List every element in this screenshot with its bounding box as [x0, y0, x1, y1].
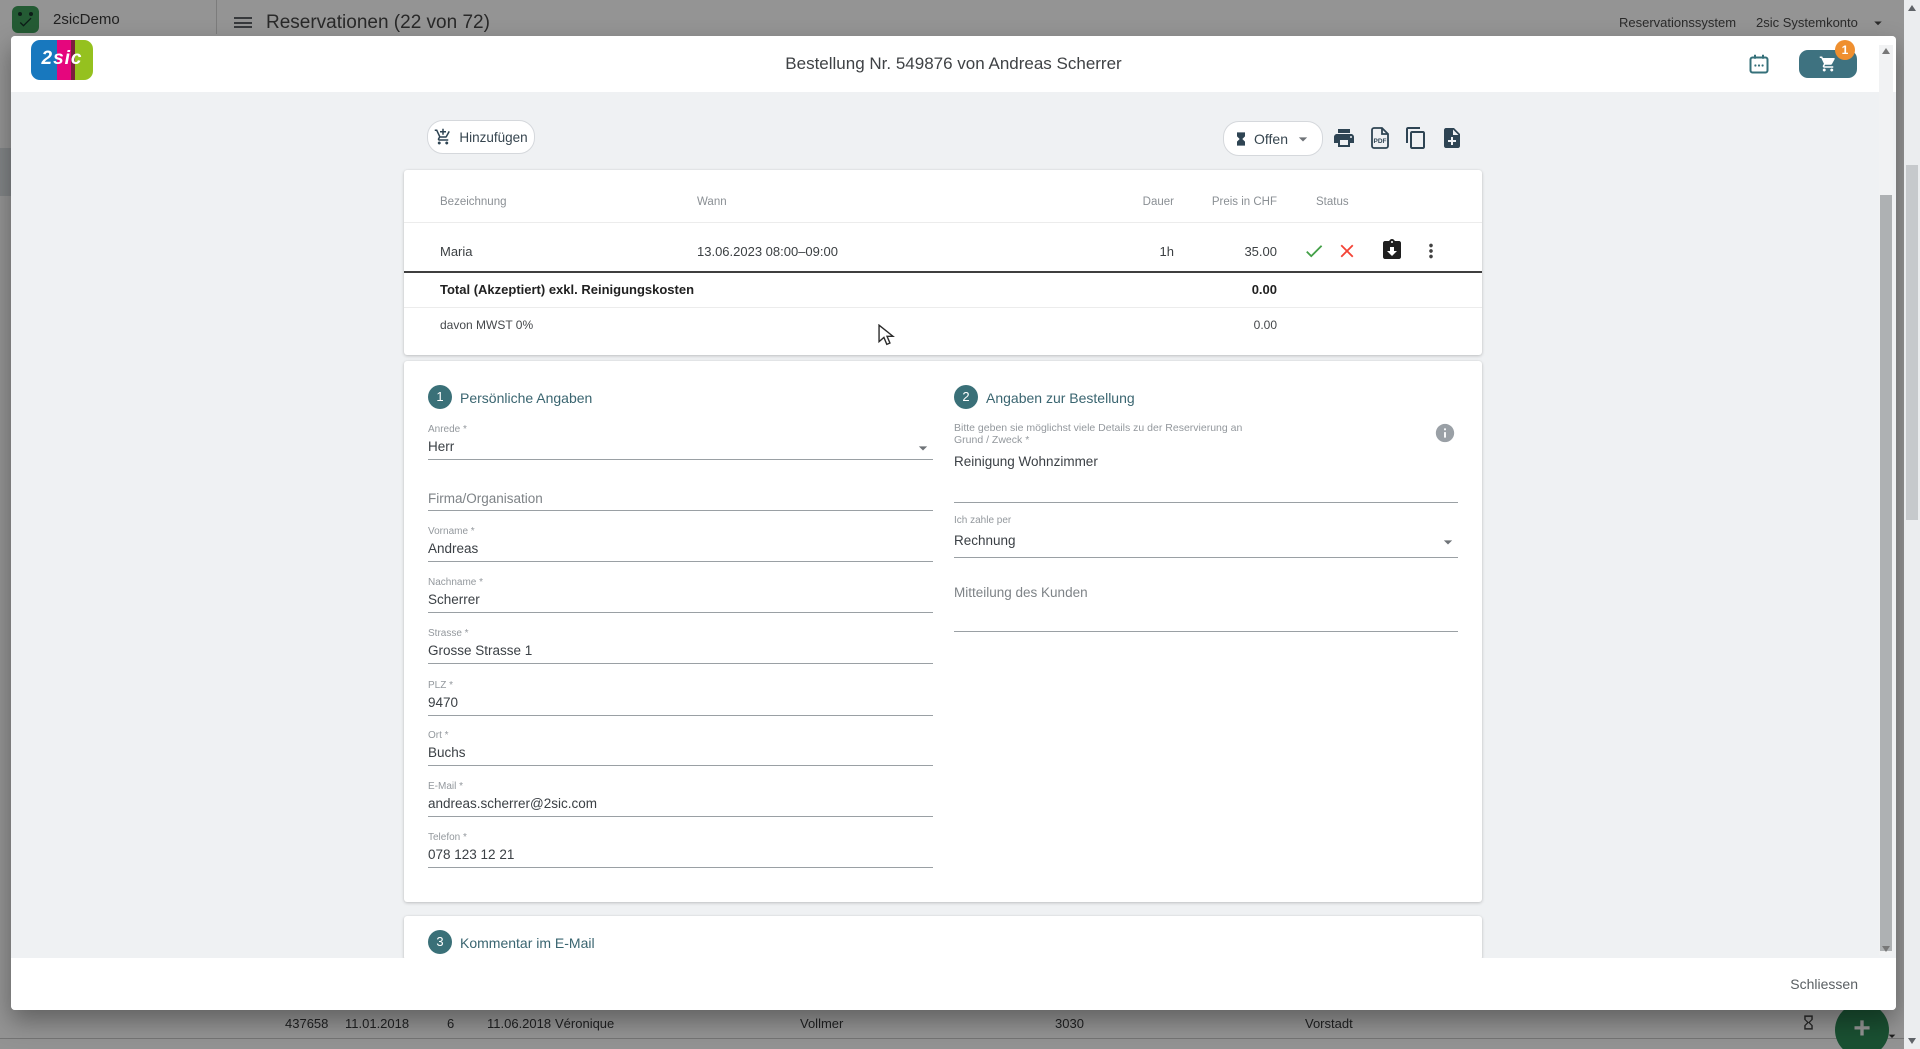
col-bezeichnung: Bezeichnung — [440, 196, 507, 208]
grund-hint: Bitte geben sie möglichst viele Details … — [954, 422, 1242, 434]
section-2-title: Angaben zur Bestellung — [986, 390, 1135, 406]
logo-text: 2sic — [31, 48, 93, 70]
cell-bezeichnung: Maria — [440, 244, 473, 259]
section-2-badge: 2 — [954, 385, 978, 409]
calendar-icon[interactable] — [1747, 52, 1773, 78]
cart-badge: 1 — [1835, 40, 1855, 60]
scrollbar-thumb[interactable] — [1906, 165, 1918, 520]
total-label: Total (Akzeptiert) exkl. Reinigungskoste… — [440, 282, 694, 297]
table-total-divider — [404, 271, 1482, 273]
pdf-icon[interactable]: PDF — [1368, 126, 1392, 150]
reject-close-icon[interactable] — [1336, 240, 1358, 262]
grund-label: Grund / Zweck * — [954, 434, 1029, 446]
col-dauer: Dauer — [1064, 196, 1174, 208]
cell-dauer: 1h — [1064, 244, 1174, 259]
table-header-divider — [404, 222, 1482, 223]
section-3-badge: 3 — [428, 930, 452, 954]
scroll-up-icon[interactable] — [1882, 48, 1890, 54]
section-3-title: Kommentar im E-Mail — [460, 935, 595, 951]
svg-text:PDF: PDF — [1374, 138, 1387, 145]
section-1-badge: 1 — [428, 385, 452, 409]
col-status: Status — [1316, 196, 1349, 208]
vat-label: davon MWST 0% — [440, 318, 533, 332]
add-item-button[interactable]: Hinzufügen — [427, 120, 535, 154]
screen: 2sicDemo Reservationen (22 von 72) Reser… — [0, 0, 1920, 1049]
scroll-up-icon[interactable] — [1908, 5, 1916, 11]
comment-section: 3 Kommentar im E-Mail — [404, 916, 1482, 960]
chevron-down-icon — [1293, 129, 1313, 149]
dialog-header: Bestellung Nr. 549876 von Andreas Scherr… — [11, 36, 1896, 92]
print-icon[interactable] — [1332, 126, 1356, 150]
hourglass-icon — [1233, 131, 1249, 147]
total-value: 0.00 — [1167, 282, 1277, 297]
clipboard-return-icon[interactable] — [1380, 238, 1402, 260]
dialog-footer: Schliessen — [11, 958, 1896, 1010]
page-scrollbar[interactable] — [1904, 0, 1920, 1049]
scrollbar-thumb[interactable] — [1880, 195, 1892, 951]
scroll-down-icon[interactable] — [1908, 1038, 1916, 1044]
dialog-scrollbar[interactable] — [1879, 45, 1893, 955]
col-preis: Preis in CHF — [1167, 196, 1277, 208]
info-icon[interactable] — [1434, 422, 1456, 444]
cell-wann: 13.06.2023 08:00–09:00 — [697, 244, 838, 259]
mouse-cursor — [876, 324, 896, 346]
add-item-label: Hinzufügen — [459, 130, 527, 145]
shopping-cart-icon — [1819, 55, 1837, 73]
accept-check-icon[interactable] — [1303, 240, 1325, 262]
status-label: Offen — [1254, 131, 1288, 147]
chevron-down-icon[interactable] — [1438, 532, 1458, 552]
positions-table: Bezeichnung Wann Dauer Preis in CHF Stat… — [404, 170, 1482, 355]
table-vat-divider — [404, 307, 1482, 308]
kebab-menu-icon[interactable] — [1420, 240, 1442, 262]
note-add-icon[interactable] — [1440, 126, 1464, 150]
chevron-down-icon[interactable] — [913, 438, 933, 458]
payment-label: Ich zahle per — [954, 515, 1011, 526]
order-form: 1 Persönliche Angaben Anrede * Herr Firm… — [404, 361, 1482, 902]
anrede-label: Anrede * — [428, 424, 467, 435]
dialog-title: Bestellung Nr. 549876 von Andreas Scherr… — [11, 36, 1896, 92]
close-button[interactable]: Schliessen — [1782, 968, 1866, 1000]
status-dropdown[interactable]: Offen — [1223, 121, 1323, 156]
company-logo: 2sic — [31, 40, 93, 80]
cell-preis: 35.00 — [1167, 244, 1277, 259]
col-wann: Wann — [697, 196, 727, 208]
add-shopping-cart-icon — [434, 128, 452, 146]
copy-icon[interactable] — [1404, 126, 1428, 150]
section-1-title: Persönliche Angaben — [460, 390, 592, 406]
vat-value: 0.00 — [1167, 318, 1277, 332]
order-dialog: Bestellung Nr. 549876 von Andreas Scherr… — [11, 36, 1896, 1010]
scroll-down-icon[interactable] — [1882, 946, 1890, 952]
